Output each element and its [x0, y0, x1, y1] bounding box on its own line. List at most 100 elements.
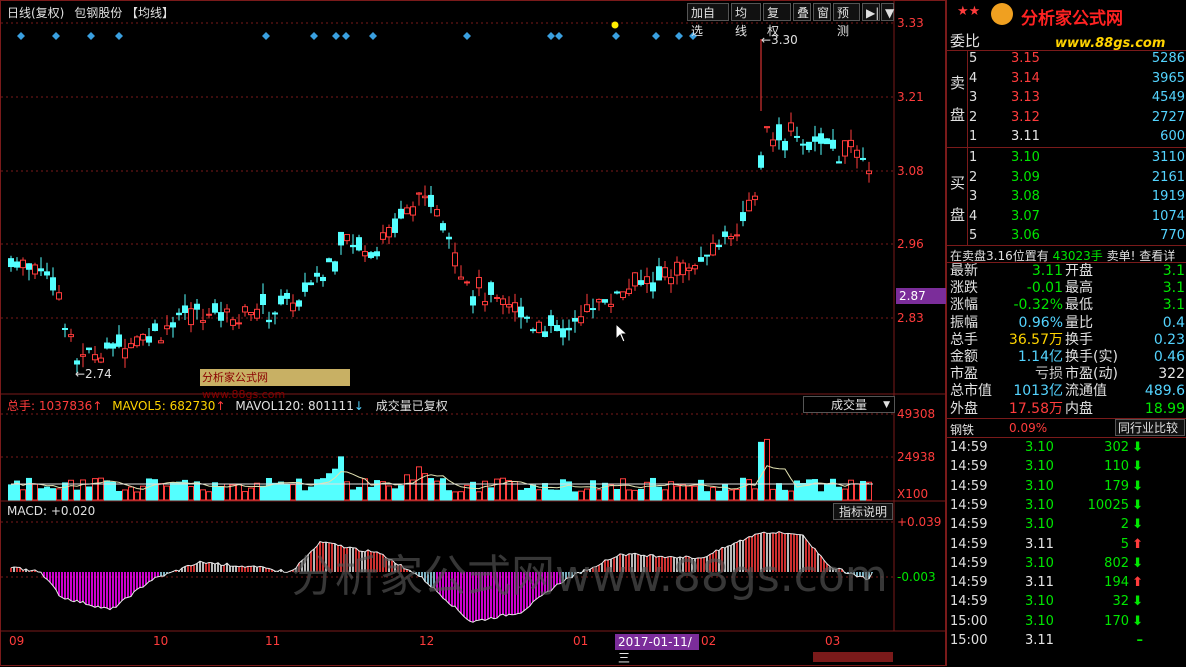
signal-diamond: [547, 32, 555, 40]
stat-label: 量比: [1065, 314, 1093, 331]
level-volume: 600: [1160, 129, 1185, 144]
candle: [188, 302, 194, 333]
volume-bar: [338, 456, 344, 501]
tick-row[interactable]: 14:59 3.10 302 ⬇: [947, 438, 1186, 457]
candle: [140, 333, 146, 346]
down-arrow-icon: ⬇: [1132, 555, 1143, 571]
volume-bar: [326, 473, 332, 501]
tick-row[interactable]: 14:59 3.11 5 ⬆: [947, 535, 1186, 554]
toolbar-button[interactable]: 均线: [731, 3, 761, 38]
candle: [98, 352, 104, 364]
volume-bar: [176, 481, 182, 501]
tick-row[interactable]: 14:59 3.10 32 ⬇: [947, 592, 1186, 611]
volume-bar: [470, 481, 476, 501]
candle: [50, 267, 56, 296]
volume-bar: [548, 489, 554, 501]
down-arrow-icon: ⬇: [1132, 517, 1143, 533]
stat-row: 总市值 1013亿 流通值 489.6: [947, 382, 1186, 401]
toolbar-button[interactable]: 复权: [763, 3, 791, 38]
candle: [320, 274, 326, 287]
volume-bar: [68, 479, 74, 501]
candle: [734, 223, 740, 242]
candle: [812, 125, 818, 152]
candle: [572, 310, 578, 333]
volume-bar: [524, 487, 530, 501]
toolbar-button[interactable]: 叠: [793, 3, 811, 21]
watermark-text: 分析家公式网www.88gs.com: [291, 551, 888, 602]
stat-label: 流通值: [1065, 383, 1107, 400]
tick-row[interactable]: 14:59 3.10 802 ⬇: [947, 554, 1186, 573]
candle: [254, 303, 260, 321]
signal-diamond: [115, 32, 123, 40]
tick-row[interactable]: 14:59 3.10 110 ⬇: [947, 457, 1186, 476]
candle: [302, 272, 308, 297]
tick-volume: 5: [1120, 536, 1129, 552]
candle: [704, 254, 710, 266]
level-price: 3.13: [1011, 90, 1040, 105]
volume-bar: [62, 482, 68, 501]
tick-row[interactable]: 14:59 3.10 2 ⬇: [947, 515, 1186, 534]
stat-row: 金额 1.14亿 换手(实) 0.46: [947, 348, 1186, 367]
toolbar-button[interactable]: 窗: [813, 3, 831, 21]
date-tick-label: 09: [9, 634, 25, 648]
volume-bar: [20, 489, 26, 501]
toolbar-button[interactable]: ▶|: [862, 3, 880, 21]
tick-row[interactable]: 14:59 3.10 10025 ⬇: [947, 496, 1186, 515]
level-price: 3.12: [1011, 109, 1040, 125]
candle: [212, 299, 218, 315]
level-volume: 770: [1160, 228, 1185, 243]
period-label[interactable]: 日线(复权): [7, 6, 64, 20]
scroll-thumb[interactable]: [813, 652, 893, 662]
candle: [692, 263, 698, 275]
chart-canvas[interactable]: 分析家公式网www.88gs.com: [1, 1, 947, 667]
level-price: 3.08: [1011, 189, 1040, 204]
candle: [818, 127, 824, 155]
watermark-badge: 分析家公式网www.88gs.com: [200, 369, 350, 401]
level-number: 3: [969, 90, 978, 105]
candle: [590, 298, 596, 319]
volume-bar: [476, 491, 482, 501]
indicator-help-button[interactable]: 指标说明: [833, 503, 893, 520]
candle: [296, 299, 302, 311]
price-tick-label: 3.33: [897, 16, 924, 30]
stat-value: 0.96%: [1018, 314, 1063, 331]
volume-bar: [854, 483, 860, 501]
volume-bar: [350, 489, 356, 501]
candle: [626, 278, 632, 297]
candle: [278, 289, 284, 306]
tick-row[interactable]: 14:59 3.10 179 ⬇: [947, 477, 1186, 496]
chart-area[interactable]: 分析家公式网www.88gs.com 日线(复权) 包钢股份 【均线】 加自选均…: [0, 0, 947, 667]
toolbar-button[interactable]: 加自选: [687, 3, 729, 38]
down-arrow-icon: ⬇: [1132, 497, 1143, 513]
candle: [548, 309, 554, 333]
industry-compare-button[interactable]: 同行业比较: [1115, 419, 1185, 436]
candle: [806, 141, 812, 153]
volume-bar: [98, 477, 104, 501]
volume-bar: [332, 468, 338, 501]
volume-bar: [710, 487, 716, 501]
candle: [386, 224, 392, 245]
toolbar-button[interactable]: ▼: [881, 3, 894, 21]
candle: [656, 257, 662, 281]
volume-bar: [362, 478, 368, 501]
volume-bar: [164, 485, 170, 501]
tick-row[interactable]: 15:00 3.11 –: [947, 631, 1186, 650]
volume-bar: [44, 486, 50, 501]
toolbar-button[interactable]: 预测: [833, 3, 860, 38]
candle: [686, 263, 692, 281]
signal-diamond: [342, 32, 350, 40]
indicator-selector[interactable]: 成交量 ▼: [803, 396, 895, 413]
candle: [32, 262, 38, 279]
down-arrow-icon: ⬇: [1132, 478, 1143, 494]
volume-bar: [392, 488, 398, 501]
tick-price: 3.10: [1025, 497, 1054, 513]
tick-row[interactable]: 14:59 3.11 194 ⬆: [947, 573, 1186, 592]
signal-diamond: [262, 32, 270, 40]
volume-bar: [152, 479, 158, 501]
tick-row[interactable]: 15:00 3.10 170 ⬇: [947, 612, 1186, 631]
candle: [500, 295, 506, 315]
volume-bar: [530, 484, 536, 501]
tick-price: 3.11: [1025, 575, 1054, 591]
candle: [44, 262, 50, 280]
candle: [680, 259, 686, 283]
